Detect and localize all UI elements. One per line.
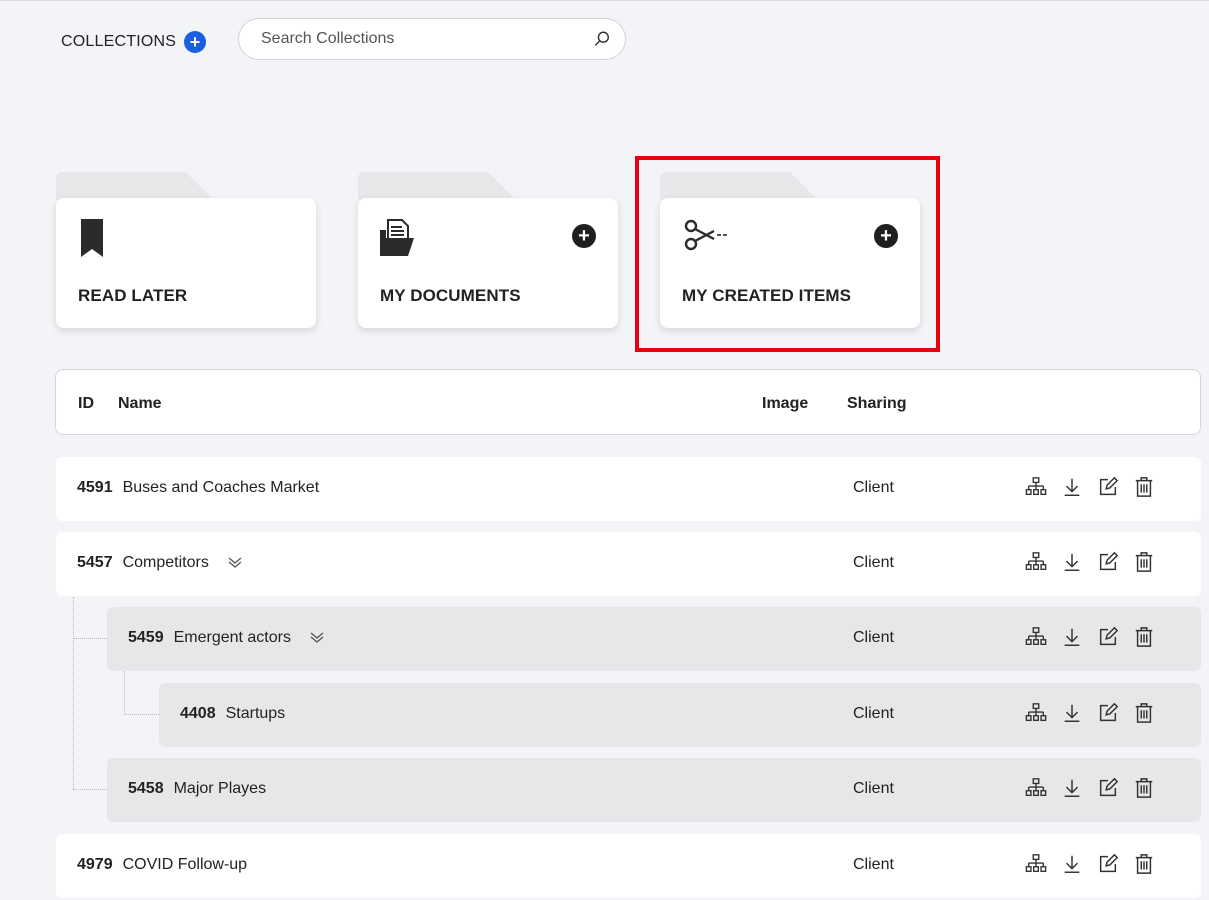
highlight-box [635, 156, 940, 352]
tree-connector [124, 671, 125, 714]
row-title: 5457 Competitors [77, 554, 243, 572]
search-input[interactable] [259, 29, 593, 49]
row-actions [1025, 852, 1155, 881]
row-sharing: Client [853, 780, 894, 797]
folder-card[interactable]: + MY DOCUMENTS [358, 198, 618, 328]
column-image: Image [762, 395, 809, 412]
open-folder-document-icon [380, 219, 414, 256]
row-sharing: Client [853, 856, 894, 873]
column-sharing: Sharing [847, 395, 907, 412]
trash-icon[interactable] [1133, 475, 1155, 504]
row-title: 5459 Emergent actors [128, 629, 325, 647]
trash-icon[interactable] [1133, 852, 1155, 881]
table-row[interactable]: 4408 Startups Client [159, 683, 1201, 747]
row-id: 4979 [77, 856, 113, 873]
edit-icon[interactable] [1097, 701, 1119, 730]
edit-icon[interactable] [1097, 475, 1119, 504]
row-id: 4408 [180, 705, 216, 722]
row-sharing: Client [853, 479, 894, 496]
row-id: 5457 [77, 554, 113, 571]
row-name[interactable]: Emergent actors [174, 629, 291, 647]
row-title: 5458 Major Playes [128, 780, 266, 798]
folder-tab [56, 172, 214, 200]
hierarchy-icon[interactable] [1025, 625, 1047, 654]
row-title: 4408 Startups [180, 705, 285, 723]
row-id: 5458 [128, 780, 164, 797]
bookmark-icon [81, 219, 103, 257]
collections-header: COLLECTIONS + [61, 31, 207, 53]
folder-tab [358, 172, 516, 200]
expand-chevron-icon[interactable] [309, 632, 325, 644]
row-name[interactable]: Startups [226, 705, 286, 723]
search-icon[interactable] [593, 30, 611, 48]
table-row[interactable]: 4979 COVID Follow-up Client [56, 834, 1201, 898]
download-icon[interactable] [1061, 625, 1083, 654]
row-id: 4591 [77, 479, 113, 496]
row-sharing: Client [853, 629, 894, 646]
row-actions [1025, 475, 1155, 504]
edit-icon[interactable] [1097, 550, 1119, 579]
download-icon[interactable] [1061, 776, 1083, 805]
trash-icon[interactable] [1133, 550, 1155, 579]
row-sharing: Client [853, 554, 894, 571]
table-header: ID Name Image Sharing [55, 369, 1201, 435]
add-collection-icon[interactable]: + [184, 31, 207, 53]
table-row[interactable]: 4591 Buses and Coaches Market Client [56, 457, 1201, 521]
collections-title: COLLECTIONS [61, 33, 177, 50]
table-row[interactable]: 5457 Competitors Client [56, 532, 1201, 596]
row-actions [1025, 776, 1155, 805]
folder-label: READ LATER [78, 286, 188, 305]
edit-icon[interactable] [1097, 625, 1119, 654]
row-name[interactable]: COVID Follow-up [123, 856, 247, 874]
hierarchy-icon[interactable] [1025, 550, 1047, 579]
folder-card[interactable]: READ LATER [56, 198, 316, 328]
add-document-icon[interactable]: + [572, 224, 596, 248]
row-actions [1025, 625, 1155, 654]
tree-connector [73, 597, 74, 789]
folder-read-later[interactable]: READ LATER [56, 172, 316, 332]
download-icon[interactable] [1061, 550, 1083, 579]
column-name: Name [118, 395, 162, 412]
hierarchy-icon[interactable] [1025, 852, 1047, 881]
edit-icon[interactable] [1097, 852, 1119, 881]
hierarchy-icon[interactable] [1025, 701, 1047, 730]
tree-connector [124, 714, 159, 715]
row-name[interactable]: Major Playes [174, 780, 266, 798]
search-box [238, 18, 626, 60]
hierarchy-icon[interactable] [1025, 776, 1047, 805]
row-id: 5459 [128, 629, 164, 646]
table-row[interactable]: 5459 Emergent actors Client [107, 607, 1201, 671]
column-id: ID [78, 395, 94, 412]
row-title: 4979 COVID Follow-up [77, 856, 247, 874]
row-actions [1025, 550, 1155, 579]
row-name[interactable]: Buses and Coaches Market [123, 479, 320, 497]
folder-my-documents[interactable]: + MY DOCUMENTS [358, 172, 618, 332]
download-icon[interactable] [1061, 475, 1083, 504]
download-icon[interactable] [1061, 701, 1083, 730]
tree-connector [73, 789, 107, 790]
trash-icon[interactable] [1133, 701, 1155, 730]
row-sharing: Client [853, 705, 894, 722]
row-actions [1025, 701, 1155, 730]
trash-icon[interactable] [1133, 776, 1155, 805]
table-row[interactable]: 5458 Major Playes Client [107, 758, 1201, 822]
hierarchy-icon[interactable] [1025, 475, 1047, 504]
tree-connector [73, 638, 107, 639]
row-name[interactable]: Competitors [123, 554, 209, 572]
expand-chevron-icon[interactable] [227, 557, 243, 569]
folder-label: MY DOCUMENTS [380, 286, 521, 305]
edit-icon[interactable] [1097, 776, 1119, 805]
row-title: 4591 Buses and Coaches Market [77, 479, 319, 497]
download-icon[interactable] [1061, 852, 1083, 881]
trash-icon[interactable] [1133, 625, 1155, 654]
